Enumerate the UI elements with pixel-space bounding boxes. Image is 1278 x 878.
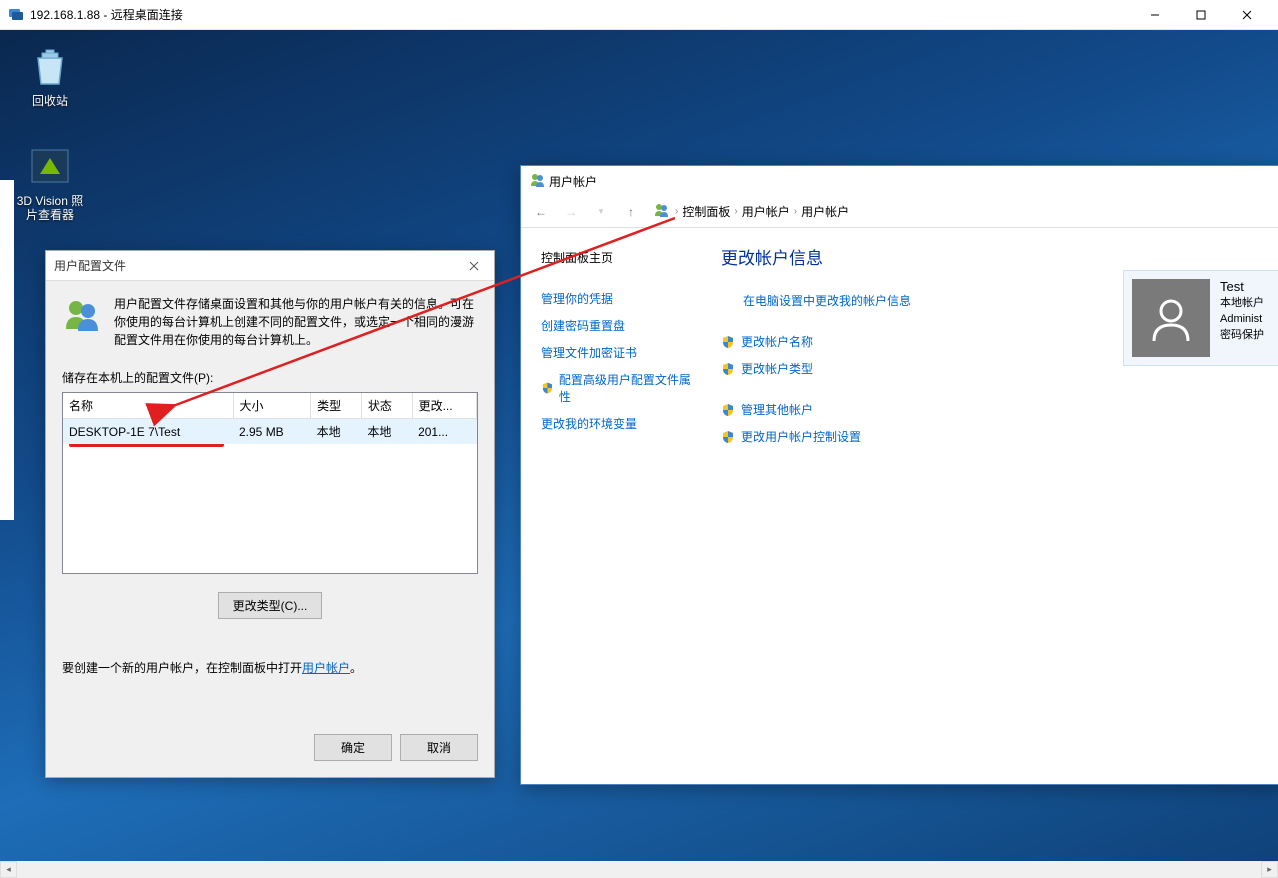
shield-icon <box>721 403 735 417</box>
user-accounts-icon <box>529 172 545 191</box>
breadcrumb-item[interactable]: 用户帐户 <box>742 203 790 220</box>
nav-forward-button[interactable]: → <box>559 200 583 224</box>
nav-history-button[interactable]: ▾ <box>589 200 613 224</box>
breadcrumb-icon <box>653 202 669 221</box>
scroll-left-button[interactable]: ◂ <box>0 861 17 878</box>
breadcrumb: › 控制面板 › 用户帐户 › 用户帐户 <box>675 203 849 220</box>
sidebar-item-credentials[interactable]: 管理你的凭据 <box>541 285 691 312</box>
avatar <box>1132 279 1210 357</box>
col-name[interactable]: 名称 <box>63 393 233 419</box>
row-name: DESKTOP-1E 7\Test <box>69 425 180 439</box>
minimize-button[interactable] <box>1132 0 1178 30</box>
breadcrumb-item[interactable]: 用户帐户 <box>801 203 849 220</box>
recycle-bin-label: 回收站 <box>12 94 88 108</box>
ok-button[interactable]: 确定 <box>314 734 392 761</box>
user-card: Test 本地帐户 Administ 密码保护 <box>1123 270 1278 366</box>
row-type: 本地 <box>311 419 362 445</box>
window-titlebar: 用户帐户 <box>521 166 1278 196</box>
sidebar-home[interactable]: 控制面板主页 <box>541 244 691 271</box>
row-changed: 201... <box>412 419 476 445</box>
scroll-right-button[interactable]: ▸ <box>1261 861 1278 878</box>
window-title: 用户帐户 <box>549 173 1277 190</box>
dialog-titlebar: 用户配置文件 <box>46 251 494 281</box>
recycle-bin-icon[interactable]: 回收站 <box>12 42 88 108</box>
dialog-info-text: 用户配置文件存储桌面设置和其他与你的用户帐户有关的信息。可在你使用的每台计算机上… <box>114 295 478 349</box>
cancel-button[interactable]: 取消 <box>400 734 478 761</box>
sidebar-item-advanced-profile[interactable]: 配置高级用户配置文件属性 <box>541 366 691 410</box>
3dvision-viewer-icon[interactable]: 3D Vision 照片查看器 <box>12 142 88 222</box>
maximize-button[interactable] <box>1178 0 1224 30</box>
change-type-button[interactable]: 更改类型(C)... <box>218 592 323 619</box>
sidebar-item-env-vars[interactable]: 更改我的环境变量 <box>541 410 691 437</box>
rdp-icon <box>8 7 24 23</box>
remote-desktop: 回收站 3D Vision 照片查看器 用户配置文件 用户配置文件存储桌面设置和… <box>0 30 1278 861</box>
col-size[interactable]: 大小 <box>233 393 311 419</box>
sidebar: 控制面板主页 管理你的凭据 创建密码重置盘 管理文件加密证书 配置高级用户配置文… <box>541 244 691 450</box>
link-uac-settings[interactable]: 更改用户帐户控制设置 <box>721 423 1265 450</box>
user-type: 本地帐户 <box>1220 295 1264 311</box>
nav-up-button[interactable]: ↑ <box>619 200 643 224</box>
close-button[interactable] <box>1224 0 1270 30</box>
nav-back-button[interactable]: ← <box>529 200 553 224</box>
shield-icon <box>541 381 554 395</box>
table-row[interactable]: DESKTOP-1E 7\Test 2.95 MB 本地 本地 201... <box>63 419 477 445</box>
dialog-title: 用户配置文件 <box>54 257 462 274</box>
profiles-table[interactable]: 名称 大小 类型 状态 更改... DESKTOP-1E 7\Test 2.95… <box>62 392 478 574</box>
user-accounts-window: 用户帐户 ← → ▾ ↑ › 控制面板 › 用户帐户 › 用户帐户 控制面板主页 <box>520 165 1278 785</box>
create-account-text: 要创建一个新的用户帐户，在控制面板中打开用户帐户。 <box>62 659 478 677</box>
stored-profiles-label: 储存在本机上的配置文件(P): <box>62 369 478 386</box>
page-title: 更改帐户信息 <box>721 244 1265 269</box>
user-accounts-link[interactable]: 用户帐户 <box>302 661 350 675</box>
col-changed[interactable]: 更改... <box>412 393 476 419</box>
3dvision-viewer-label: 3D Vision 照片查看器 <box>12 194 88 222</box>
user-profile-dialog: 用户配置文件 用户配置文件存储桌面设置和其他与你的用户帐户有关的信息。可在你使用… <box>45 250 495 778</box>
sidebar-item-password-reset[interactable]: 创建密码重置盘 <box>541 312 691 339</box>
col-type[interactable]: 类型 <box>311 393 362 419</box>
user-role: Administ <box>1220 311 1264 327</box>
partial-window-edge <box>0 180 14 520</box>
nav-toolbar: ← → ▾ ↑ › 控制面板 › 用户帐户 › 用户帐户 <box>521 196 1278 228</box>
breadcrumb-item[interactable]: 控制面板 <box>682 203 730 220</box>
shield-icon <box>721 362 735 376</box>
horizontal-scrollbar[interactable]: ◂ ▸ <box>0 861 1278 878</box>
row-size: 2.95 MB <box>233 419 311 445</box>
row-status: 本地 <box>361 419 412 445</box>
user-pwd: 密码保护 <box>1220 327 1264 343</box>
shield-icon <box>721 335 735 349</box>
shield-icon <box>721 430 735 444</box>
rdp-titlebar: 192.168.1.88 - 远程桌面连接 <box>0 0 1278 30</box>
rdp-title: 192.168.1.88 - 远程桌面连接 <box>30 6 1132 23</box>
dialog-close-button[interactable] <box>462 258 486 274</box>
user-name: Test <box>1220 279 1264 295</box>
link-manage-other[interactable]: 管理其他帐户 <box>721 396 1265 423</box>
users-icon <box>62 295 102 335</box>
scroll-track[interactable] <box>17 861 1261 878</box>
sidebar-item-encryption-cert[interactable]: 管理文件加密证书 <box>541 339 691 366</box>
col-status[interactable]: 状态 <box>361 393 412 419</box>
